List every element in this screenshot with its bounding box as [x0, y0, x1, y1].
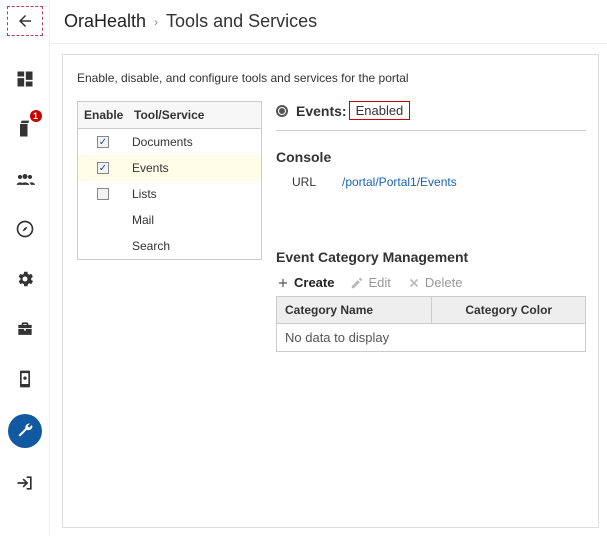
nav-explore[interactable]: [10, 214, 40, 244]
nav-tools-services[interactable]: [8, 414, 42, 448]
nav-settings[interactable]: [10, 264, 40, 294]
category-table-header: Category Name Category Color: [277, 297, 586, 324]
category-empty: No data to display: [276, 324, 586, 352]
nav-documents[interactable]: 1: [10, 114, 40, 144]
table-row[interactable]: Mail: [78, 207, 261, 233]
status-value: Enabled: [349, 101, 411, 120]
x-icon: [407, 276, 421, 290]
page-title: Tools and Services: [166, 11, 317, 32]
sidebar: 1: [0, 0, 50, 536]
checkbox[interactable]: ✓: [97, 162, 109, 174]
col-category-name: Category Name: [277, 297, 432, 324]
table-row[interactable]: ✓ Lists: [78, 181, 261, 207]
compass-icon: [15, 219, 35, 239]
tool-name: Lists: [128, 187, 261, 201]
logout-icon: [15, 473, 35, 493]
edit-button: Edit: [350, 275, 390, 290]
breadcrumb-root[interactable]: OraHealth: [64, 11, 146, 32]
mobile-settings-icon: [15, 369, 35, 389]
documents-icon: [15, 119, 35, 139]
console-url-label: URL: [292, 175, 342, 189]
tool-name: Mail: [128, 213, 261, 227]
checkbox[interactable]: ✓: [97, 188, 109, 200]
chevron-right-icon: ›: [154, 15, 158, 29]
back-button[interactable]: [7, 6, 43, 36]
nav-toolbox[interactable]: [10, 314, 40, 344]
table-row[interactable]: ✓ Documents: [78, 129, 261, 155]
console-title: Console: [276, 149, 586, 165]
table-row[interactable]: Search: [78, 233, 261, 259]
status-row: Events: Enabled: [276, 101, 586, 120]
divider: [276, 130, 586, 131]
delete-label: Delete: [425, 275, 463, 290]
wrench-icon: [15, 421, 35, 441]
col-name: Tool/Service: [128, 102, 210, 128]
briefcase-icon: [15, 319, 35, 339]
nav-people[interactable]: [10, 164, 40, 194]
gear-icon: [15, 269, 35, 289]
console-url-row: URL /portal/Portal1/Events: [292, 175, 586, 189]
category-table: Category Name Category Color: [276, 296, 586, 324]
dashboard-icon: [15, 69, 35, 89]
checkbox[interactable]: ✓: [97, 136, 109, 148]
tool-name: Events: [128, 161, 261, 175]
radio-selected-icon[interactable]: [276, 105, 288, 117]
breadcrumb: OraHealth › Tools and Services: [50, 0, 607, 44]
nav-logout[interactable]: [10, 468, 40, 498]
tool-name: Search: [128, 239, 261, 253]
console-url-link[interactable]: /portal/Portal1/Events: [342, 175, 457, 189]
col-enable: Enable: [78, 102, 128, 128]
pencil-icon: [350, 276, 364, 290]
table-row[interactable]: ✓ Events: [78, 155, 261, 181]
main-panel: Enable, disable, and configure tools and…: [62, 54, 599, 528]
plus-icon: [276, 276, 290, 290]
status-label: Events:: [296, 103, 347, 119]
nav-mobile[interactable]: [10, 364, 40, 394]
arrow-back-icon: [16, 12, 34, 30]
tools-table-header: Enable Tool/Service: [78, 102, 261, 129]
delete-button: Delete: [407, 275, 463, 290]
ecm-title: Event Category Management: [276, 249, 586, 265]
edit-label: Edit: [368, 275, 390, 290]
create-label: Create: [294, 275, 334, 290]
people-icon: [15, 169, 35, 189]
tools-table: Enable Tool/Service ✓ Documents ✓ Events ✓ Li…: [77, 101, 262, 260]
nav-dashboard[interactable]: [10, 64, 40, 94]
ecm-toolbar: Create Edit Delete: [276, 275, 586, 290]
create-button[interactable]: Create: [276, 275, 334, 290]
intro-text: Enable, disable, and configure tools and…: [77, 71, 586, 85]
col-category-color: Category Color: [432, 297, 586, 324]
tool-name: Documents: [128, 135, 261, 149]
notification-badge: 1: [30, 110, 42, 122]
